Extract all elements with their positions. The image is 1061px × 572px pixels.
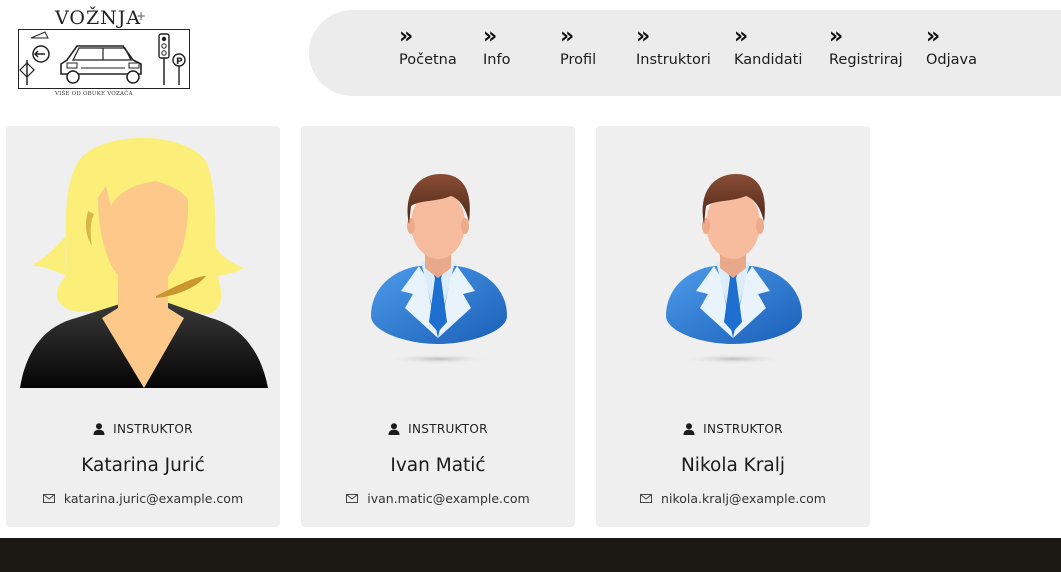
page-footer [0, 538, 1061, 572]
email-text: katarina.juric@example.com [63, 491, 244, 506]
nav-item-instruktori[interactable]: » Instruktori [636, 26, 711, 70]
nav-item-odjava[interactable]: » Odjava [926, 26, 977, 70]
logo-illustration: P [18, 29, 190, 89]
double-chevron-right-icon: » [926, 24, 940, 49]
instructor-email[interactable]: nikola.kralj@example.com [596, 491, 870, 506]
nav-item-kandidati[interactable]: » Kandidati [734, 26, 802, 70]
nav-item-registriraj[interactable]: » Registriraj [829, 26, 903, 70]
role-label: INSTRUKTOR [596, 422, 870, 436]
nav-label: Info [483, 52, 511, 68]
nav-label: Početna [399, 52, 457, 68]
double-chevron-right-icon: » [636, 24, 650, 49]
car-traffic-icon: P [19, 31, 186, 85]
double-chevron-right-icon: » [560, 24, 574, 49]
instructor-card[interactable]: INSTRUKTOR Nikola Kralj nikola.kralj@exa… [596, 126, 870, 527]
instructor-name: Ivan Matić [390, 455, 486, 476]
user-icon [93, 423, 105, 435]
role-text: INSTRUKTOR [113, 422, 193, 436]
site-logo[interactable]: VOŽNJA + P VIŠE OD OBUKE VOZAČA [18, 6, 192, 100]
nav-label: Registriraj [829, 52, 903, 68]
double-chevron-right-icon: » [829, 24, 843, 49]
mail-icon [42, 494, 55, 503]
email-text: ivan.matic@example.com [367, 491, 530, 506]
male-avatar [596, 126, 870, 396]
svg-text:P: P [176, 57, 183, 67]
male-avatar [301, 126, 575, 396]
user-icon [388, 423, 400, 435]
double-chevron-right-icon: » [399, 24, 413, 49]
instructor-card[interactable]: INSTRUKTOR Katarina Jurić katarina.juric… [6, 126, 280, 527]
nav-label: Kandidati [734, 52, 803, 68]
nav-item-info[interactable]: » Info [483, 26, 510, 70]
main-navigation: » Početna » Info » Profil » Instruktori … [309, 10, 1061, 96]
instructor-email[interactable]: ivan.matic@example.com [301, 491, 575, 506]
logo-plus: + [136, 9, 147, 23]
nav-label: Profil [560, 52, 597, 68]
double-chevron-right-icon: » [483, 24, 497, 49]
role-text: INSTRUKTOR [703, 422, 783, 436]
nav-label: Odjava [926, 52, 977, 68]
mail-icon [346, 494, 359, 503]
nav-label: Instruktori [636, 52, 711, 68]
mail-icon [640, 494, 653, 503]
role-label: INSTRUKTOR [301, 422, 575, 436]
logo-title: VOŽNJA [55, 7, 142, 29]
user-icon [683, 423, 695, 435]
instructor-name: Katarina Jurić [81, 455, 205, 476]
instructor-name: Nikola Kralj [680, 455, 786, 476]
role-label: INSTRUKTOR [6, 422, 280, 436]
logo-tagline: VIŠE OD OBUKE VOZAČA [55, 91, 133, 97]
female-avatar [6, 126, 280, 396]
nav-item-pocetna[interactable]: » Početna [399, 26, 457, 70]
double-chevron-right-icon: » [734, 24, 748, 49]
email-text: nikola.kralj@example.com [661, 491, 826, 506]
role-text: INSTRUKTOR [408, 422, 488, 436]
nav-item-profil[interactable]: » Profil [560, 26, 596, 70]
instructor-email[interactable]: katarina.juric@example.com [6, 491, 280, 506]
instructor-card[interactable]: INSTRUKTOR Ivan Matić ivan.matic@example… [301, 126, 575, 527]
